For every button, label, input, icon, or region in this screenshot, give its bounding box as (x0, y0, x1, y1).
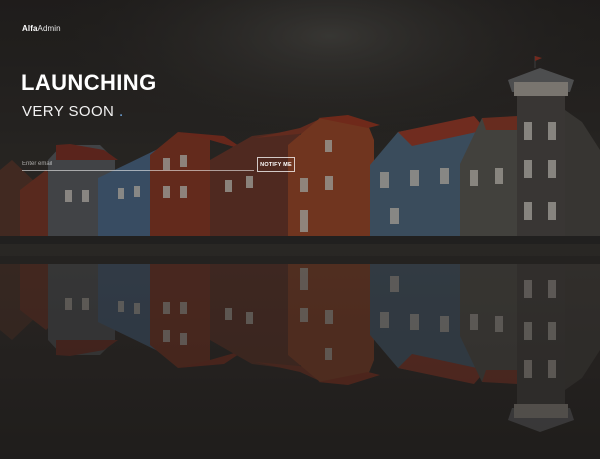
brand-logo-light: Admin (37, 24, 61, 33)
notify-me-button[interactable]: NOTIFY ME (257, 157, 295, 172)
notify-form: NOTIFY ME (22, 157, 296, 173)
background-photo (0, 0, 600, 459)
brand-logo[interactable]: AlfaAdmin (22, 24, 61, 33)
subtitle-text: VERY SOON (22, 103, 115, 120)
landing-page: AlfaAdmin LAUNCHING VERY SOON . NOTIFY M… (0, 0, 600, 459)
email-input[interactable] (22, 157, 254, 171)
brand-logo-bold: Alfa (22, 24, 38, 33)
subtitle-dot: . (118, 103, 124, 120)
page-title: LAUNCHING (21, 70, 157, 95)
page-subtitle: VERY SOON . (22, 103, 124, 121)
